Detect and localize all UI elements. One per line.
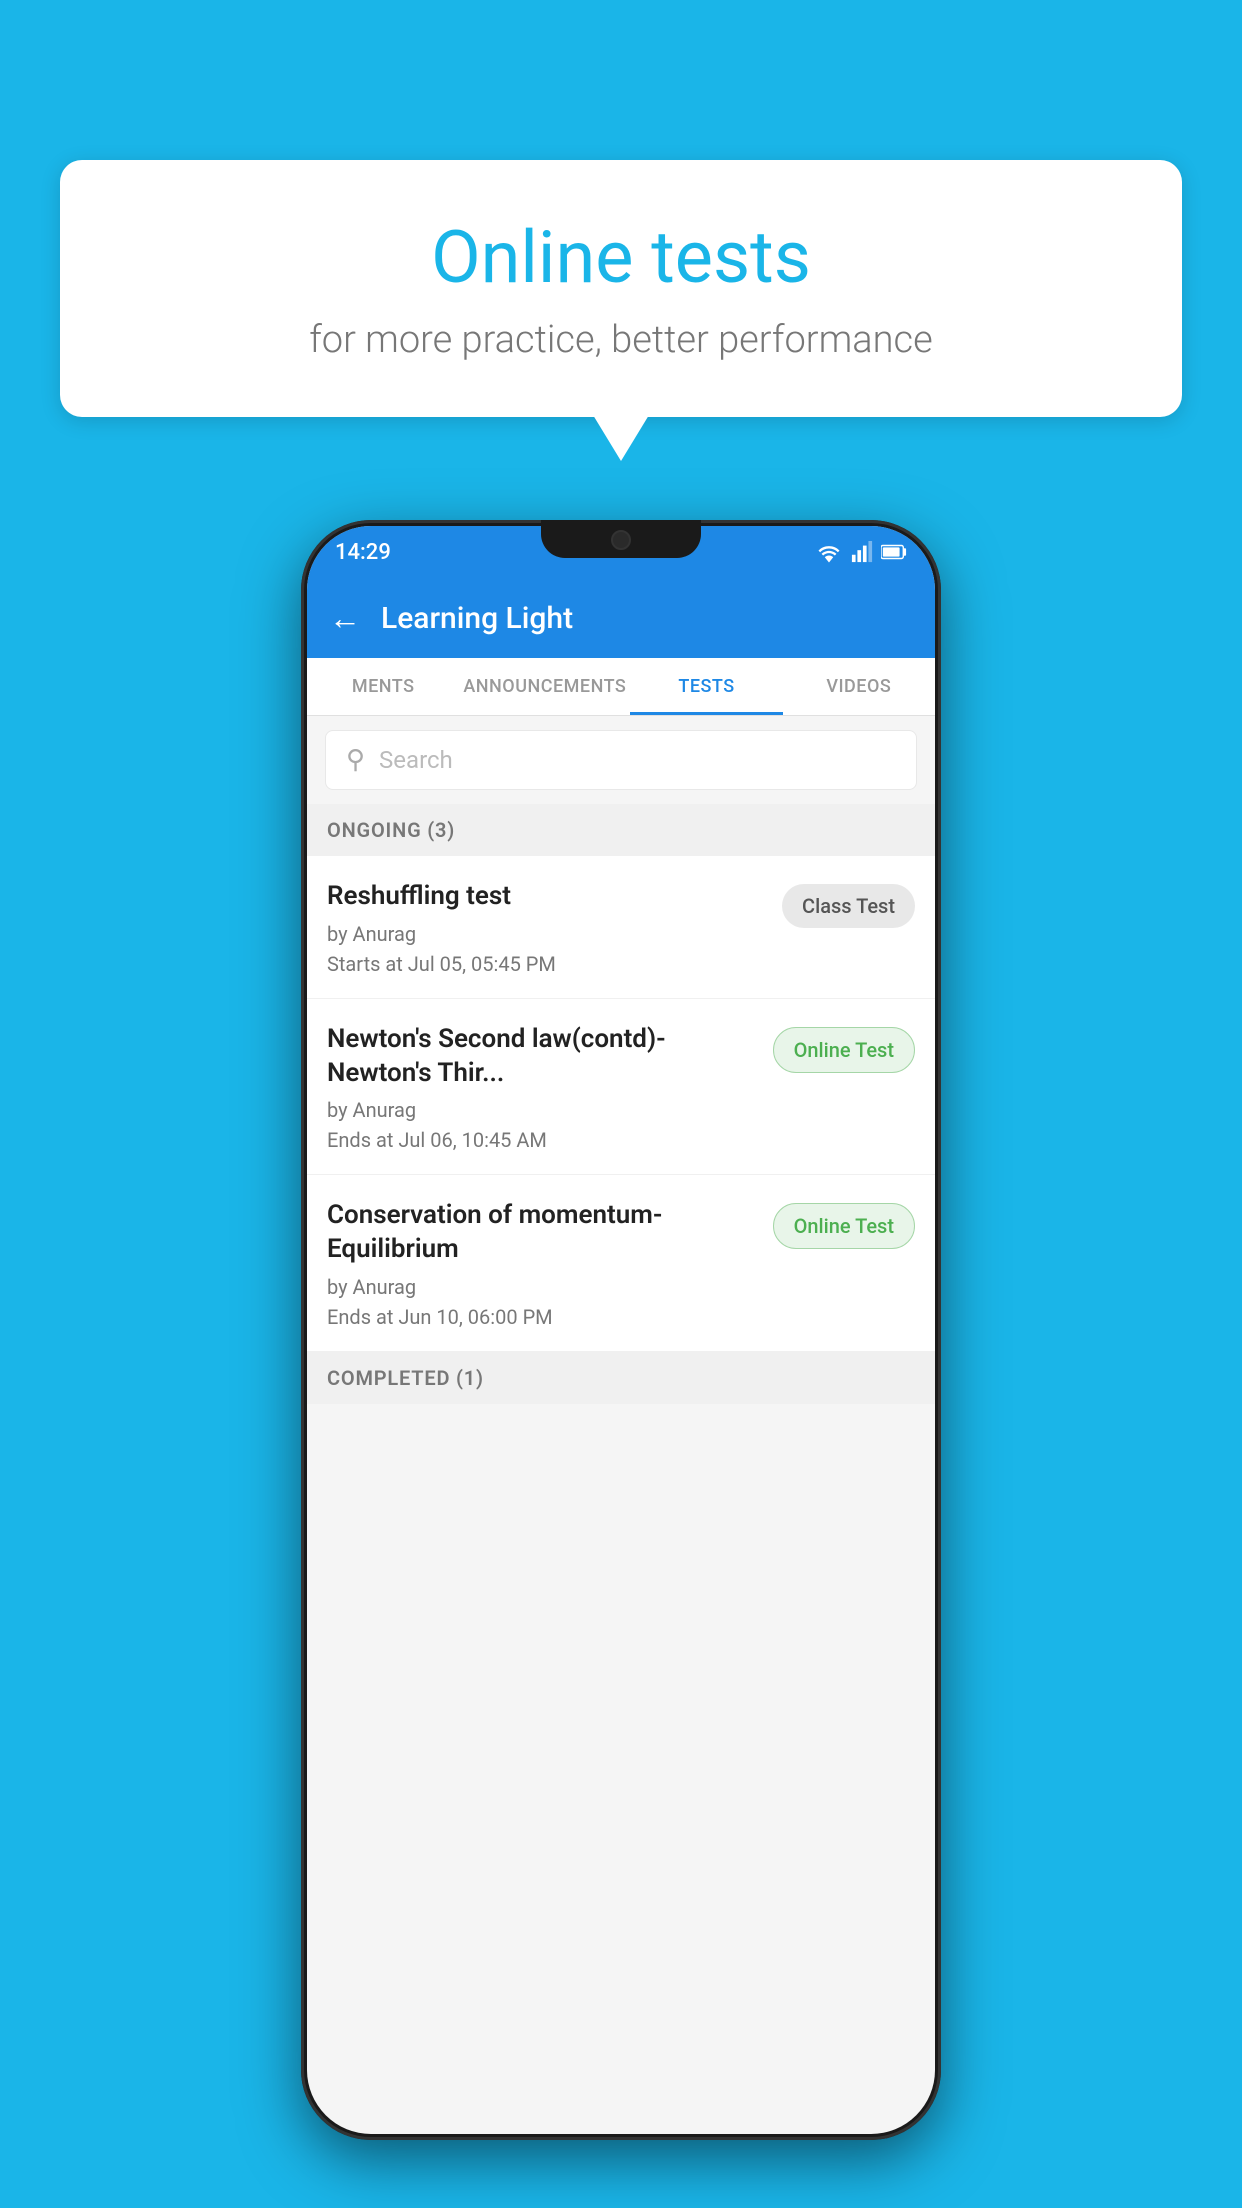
- test-date-3: Ends at Jun 10, 06:00 PM: [327, 1305, 761, 1329]
- status-time: 14:29: [335, 540, 391, 565]
- test-info-3: Conservation of momentum-Equilibrium by …: [327, 1199, 761, 1329]
- search-icon: ⚲: [346, 745, 365, 775]
- test-info-1: Reshuffling test by Anurag Starts at Jul…: [327, 880, 770, 976]
- search-bar[interactable]: ⚲ Search: [325, 730, 917, 790]
- speech-bubble: Online tests for more practice, better p…: [60, 160, 1182, 417]
- test-author-2: by Anurag: [327, 1098, 761, 1122]
- app-header: ← Learning Light: [307, 578, 935, 658]
- online-tests-title: Online tests: [120, 215, 1122, 300]
- search-placeholder: Search: [379, 746, 453, 774]
- test-item-1[interactable]: Reshuffling test by Anurag Starts at Jul…: [307, 856, 935, 999]
- tab-tests[interactable]: TESTS: [630, 658, 782, 715]
- signal-icon: [851, 541, 873, 563]
- test-badge-3: Online Test: [773, 1203, 915, 1249]
- test-title-2: Newton's Second law(contd)-Newton's Thir…: [327, 1023, 761, 1091]
- phone-frame: 14:29: [301, 520, 941, 2140]
- tabs-container: MENTS ANNOUNCEMENTS TESTS VIDEOS: [307, 658, 935, 716]
- test-date-2: Ends at Jul 06, 10:45 AM: [327, 1128, 761, 1152]
- phone-screen: 14:29: [307, 526, 935, 2134]
- test-badge-2: Online Test: [773, 1027, 915, 1073]
- test-item-2[interactable]: Newton's Second law(contd)-Newton's Thir…: [307, 999, 935, 1176]
- tab-videos[interactable]: VIDEOS: [783, 658, 935, 715]
- test-title-1: Reshuffling test: [327, 880, 770, 914]
- search-container: ⚲ Search: [307, 716, 935, 804]
- tab-announcements[interactable]: ANNOUNCEMENTS: [459, 658, 630, 715]
- ongoing-section-header: ONGOING (3): [307, 804, 935, 856]
- wifi-icon: [815, 541, 843, 563]
- back-button[interactable]: ←: [329, 599, 361, 637]
- test-badge-1: Class Test: [782, 884, 915, 928]
- test-title-3: Conservation of momentum-Equilibrium: [327, 1199, 761, 1267]
- test-author-3: by Anurag: [327, 1275, 761, 1299]
- battery-icon: [881, 541, 907, 563]
- speech-bubble-container: Online tests for more practice, better p…: [60, 160, 1182, 417]
- ongoing-section-title: ONGOING (3): [327, 818, 455, 842]
- tests-list: Reshuffling test by Anurag Starts at Jul…: [307, 856, 935, 1352]
- test-author-1: by Anurag: [327, 922, 770, 946]
- completed-section-title: COMPLETED (1): [327, 1366, 484, 1390]
- status-icons: [815, 541, 907, 563]
- test-info-2: Newton's Second law(contd)-Newton's Thir…: [327, 1023, 761, 1153]
- completed-section-header: COMPLETED (1): [307, 1352, 935, 1404]
- test-item-3[interactable]: Conservation of momentum-Equilibrium by …: [307, 1175, 935, 1352]
- online-tests-subtitle: for more practice, better performance: [120, 318, 1122, 362]
- phone-notch: [541, 520, 701, 558]
- front-camera: [611, 530, 631, 550]
- test-date-1: Starts at Jul 05, 05:45 PM: [327, 952, 770, 976]
- tab-ments[interactable]: MENTS: [307, 658, 459, 715]
- app-title: Learning Light: [381, 601, 573, 636]
